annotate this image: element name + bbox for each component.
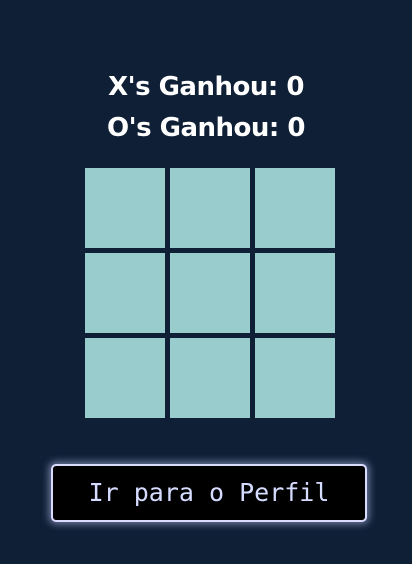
board-cell-3[interactable] [255, 168, 335, 248]
board-cell-8[interactable] [170, 338, 250, 418]
board-cell-1[interactable] [85, 168, 165, 248]
tic-tac-toe-board [85, 168, 335, 418]
go-to-profile-button[interactable]: Ir para o Perfil [51, 464, 367, 522]
o-wins-score: O's Ganhou: 0 [107, 113, 305, 143]
x-wins-score: X's Ganhou: 0 [108, 72, 304, 102]
board-cell-5[interactable] [170, 253, 250, 333]
board-cell-6[interactable] [255, 253, 335, 333]
board-cell-7[interactable] [85, 338, 165, 418]
board-cell-2[interactable] [170, 168, 250, 248]
board-cell-9[interactable] [255, 338, 335, 418]
board-cell-4[interactable] [85, 253, 165, 333]
